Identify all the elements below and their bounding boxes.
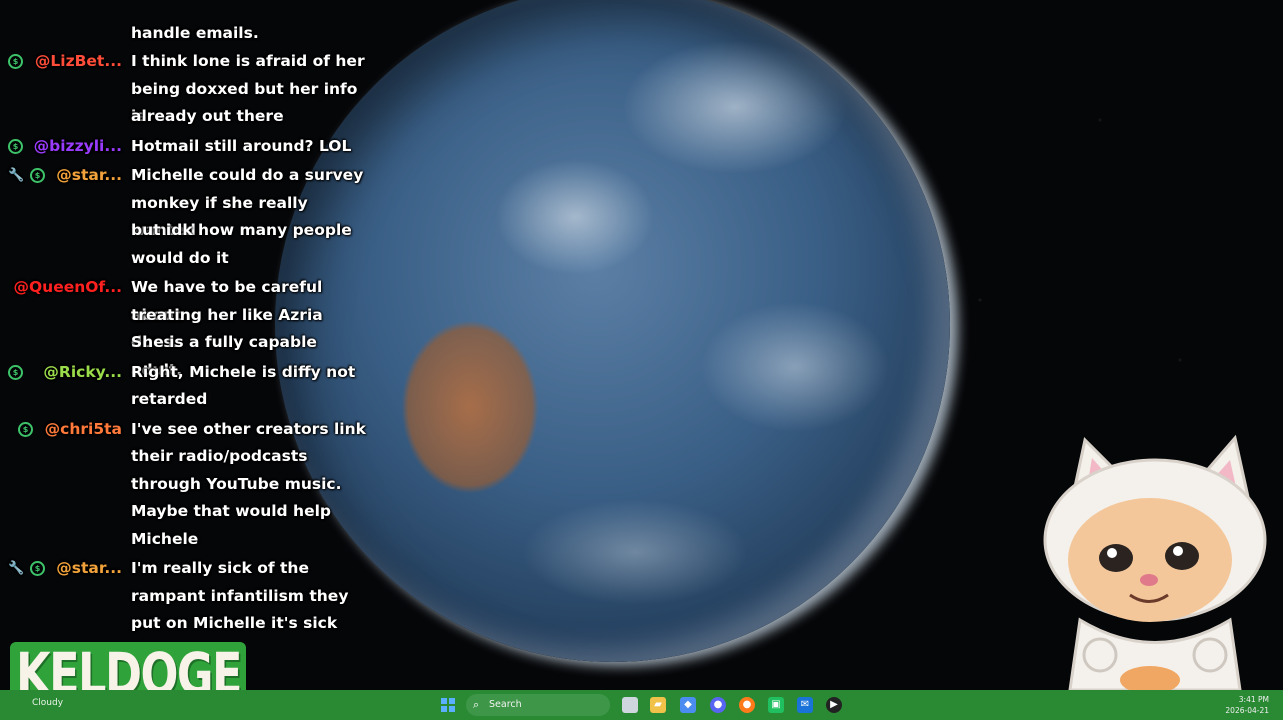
taskbar-search[interactable]: ⌕ Search (466, 694, 610, 716)
taskbar: Cloudy (0, 690, 1283, 720)
chat-message-partial: handle emails. (131, 24, 259, 42)
chat-username[interactable]: @Ricky... (43, 359, 122, 387)
chat-message-line: rampant infantilism they (131, 586, 349, 605)
task-view-icon[interactable] (622, 697, 638, 713)
app-icon[interactable]: ▣ (768, 697, 784, 713)
chat-message-line: I'm really sick of the (131, 559, 309, 577)
file-explorer-icon[interactable]: ▰ (650, 697, 666, 713)
subscriber-badge-icon: $ (30, 168, 45, 183)
chat-message-line: would do it (131, 248, 229, 267)
chat-message-line: but idk how many people (131, 221, 352, 239)
search-icon: ⌕ (473, 698, 480, 711)
media-player-icon[interactable]: ▶ (826, 697, 842, 713)
chat-username[interactable]: @QueenOf... (13, 274, 122, 302)
chat-message-line: retarded (131, 390, 208, 408)
windows-start-icon[interactable] (441, 698, 455, 712)
chat-overlay: handle emails. $ @LizBet... I think lone i… (0, 0, 372, 640)
cat-mascot-avatar (1043, 434, 1267, 690)
chat-message-line: already out there (131, 107, 284, 125)
copilot-icon[interactable]: ◆ (680, 697, 696, 713)
chat-username[interactable]: @star... (56, 162, 122, 190)
outlook-icon[interactable]: ✉ (797, 697, 813, 713)
weather-widget[interactable]: Cloudy (32, 698, 63, 708)
subscriber-badge-icon: $ (18, 421, 33, 437)
discord-icon[interactable]: ● (710, 697, 726, 713)
clock-time: 3:41 PM (1238, 695, 1269, 704)
subscriber-badge-icon: $ (8, 138, 23, 154)
chat-username[interactable]: @LizBet... (35, 48, 122, 76)
chat-message-line: I think lone is afraid of her (131, 52, 365, 70)
chat-message-line: through YouTube music. (131, 474, 342, 493)
wrench-icon: 🔧 (8, 168, 25, 183)
chat-message-line: Michele (131, 529, 199, 548)
chat-username[interactable]: @star... (56, 555, 122, 583)
earth-globe (275, 0, 950, 662)
channel-logo: KELDOGE (10, 640, 246, 690)
chat-message-line: their radio/podcasts (131, 447, 308, 465)
chat-message-line: I've see other creators link (131, 419, 366, 438)
chat-message-line: Hotmail still around? LOL (131, 136, 352, 155)
search-label: Search (489, 699, 522, 710)
chat-message-line: Michelle could do a survey (131, 166, 364, 184)
chat-username[interactable]: @bizzyli... (34, 133, 122, 161)
chat-message-line: put on Michelle it's sick (131, 614, 338, 632)
wrench-icon: 🔧 (8, 561, 25, 576)
taskbar-clock[interactable]: 3:41 PM 2026-04-21 (1225, 694, 1269, 716)
subscriber-badge-icon: $ (30, 561, 45, 576)
subscriber-badge-icon: $ (8, 54, 23, 69)
subscriber-badge-icon: $ (8, 364, 23, 380)
chat-message-line: Right, Michele is diffy not (131, 362, 356, 381)
chat-message-line: Maybe that would help (131, 502, 331, 520)
desktop-wallpaper: handle emails. $ @LizBet... I think lone i… (0, 0, 1283, 690)
chat-username[interactable]: @chri5ta (45, 416, 122, 444)
firefox-icon[interactable]: ● (739, 697, 755, 713)
clock-date: 2026-04-21 (1225, 706, 1269, 715)
channel-logo-text: KELDOGE (16, 640, 243, 690)
